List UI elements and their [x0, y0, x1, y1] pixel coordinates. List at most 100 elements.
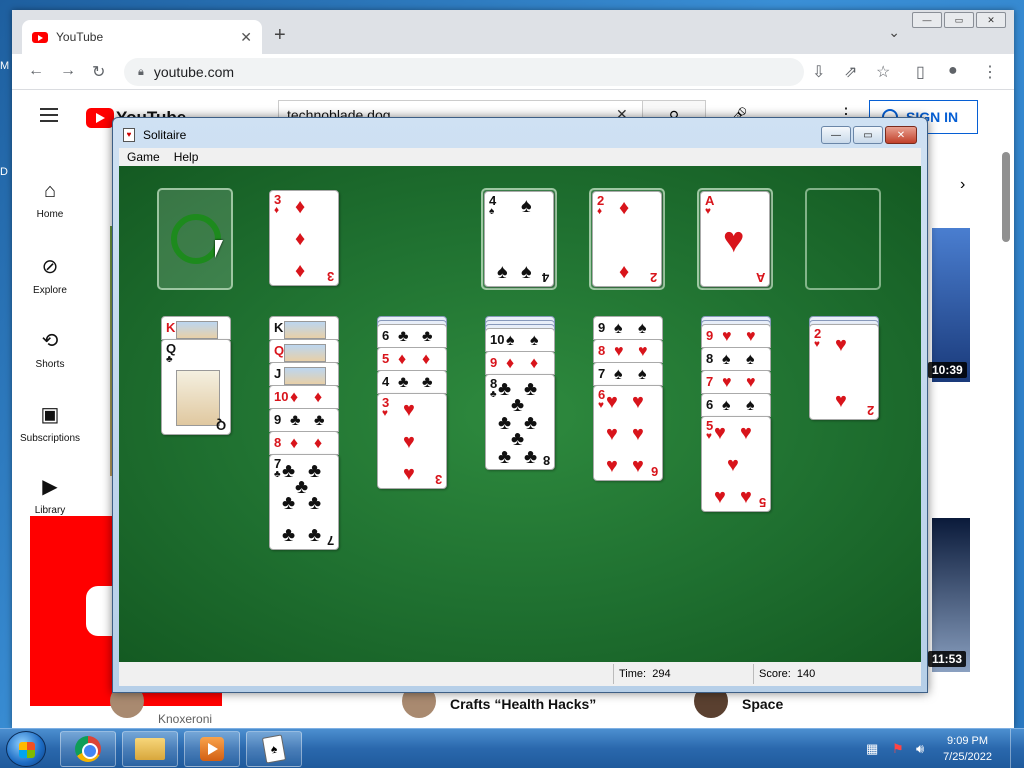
- channel-name[interactable]: Knoxeroni: [158, 712, 212, 726]
- foundation-pile[interactable]: A ♥ ♥ A: [697, 188, 773, 290]
- tab-close-icon[interactable]: ✕: [240, 29, 252, 46]
- forward-arrow-icon[interactable]: →: [60, 62, 76, 80]
- card-rank: 8: [274, 435, 282, 450]
- tableau-top-card[interactable]: 8 ♣ ♣ ♣ ♣ ♣ ♣ ♣ ♣ ♣ 8: [485, 374, 555, 470]
- tableau-card[interactable]: 8 ♥ ♥: [593, 339, 663, 363]
- hamburger-menu-icon[interactable]: [40, 108, 58, 122]
- foundation-card[interactable]: 4 ♠ ♠ ♠ ♠ 4: [484, 191, 554, 287]
- stock-pile[interactable]: [157, 188, 233, 290]
- side-panel-icon[interactable]: ▯: [916, 62, 925, 82]
- maximize-button[interactable]: ▭: [853, 126, 883, 144]
- card-rank-bottom: 3: [326, 269, 334, 284]
- tableau-card[interactable]: 5 ♦ ♦: [377, 347, 447, 371]
- card-rank: K: [274, 320, 284, 335]
- tableau-top-card[interactable]: 3 ♥ ♥ ♥ ♥ 3: [377, 393, 447, 489]
- foundation-card[interactable]: A ♥ ♥ A: [700, 191, 770, 287]
- tableau-card[interactable]: K: [161, 316, 231, 340]
- volume-icon[interactable]: 🔊︎: [916, 741, 924, 757]
- video-title[interactable]: Crafts “Health Hacks”: [450, 696, 596, 712]
- window-title: Solitaire: [143, 128, 187, 142]
- chevron-right-icon[interactable]: ›: [960, 176, 965, 194]
- tableau-card[interactable]: 6 ♣ ♣: [377, 324, 447, 348]
- tableau-card[interactable]: J: [269, 362, 339, 386]
- foundation-pile[interactable]: 4 ♠ ♠ ♠ ♠ 4: [481, 188, 557, 290]
- tableau-card[interactable]: 7 ♥ ♥: [701, 370, 771, 394]
- tableau-card[interactable]: 10 ♦ ♦: [269, 385, 339, 409]
- sidebar-item-shorts[interactable]: ⟲ Shorts: [16, 328, 84, 370]
- taskbar-solitaire[interactable]: ♠: [246, 731, 302, 767]
- window-controls: — ▭ ✕: [912, 12, 1006, 28]
- card-rank: 6: [382, 328, 390, 343]
- tableau-top-card[interactable]: 5 ♥ ♥ ♥ ♥ ♥ ♥ 5: [701, 416, 771, 512]
- card-pip: ♥: [722, 374, 732, 391]
- card-pip: ♣: [524, 446, 538, 468]
- taskbar-chrome[interactable]: [60, 731, 116, 767]
- tableau-card[interactable]: 8 ♠ ♠: [701, 347, 771, 371]
- card-pip: ♣: [524, 378, 538, 400]
- card-rank-bottom: 2: [866, 403, 874, 418]
- tableau-card[interactable]: 9 ♦ ♦: [485, 351, 555, 375]
- tableau-card[interactable]: 9 ♥ ♥: [701, 324, 771, 348]
- tableau-top-card[interactable]: 2 ♥ ♥ ♥ 2: [809, 324, 879, 420]
- minimize-button[interactable]: —: [912, 12, 942, 28]
- taskbar-media-player[interactable]: [184, 731, 240, 767]
- score-value: 140: [796, 668, 816, 680]
- tableau-card[interactable]: 10 ♠ ♠: [485, 328, 555, 352]
- foundation-pile[interactable]: 2 ♦ ♦ ♦ 2: [589, 188, 665, 290]
- address-bar[interactable]: 🔒︎ youtube.com: [124, 58, 804, 86]
- menu-help[interactable]: Help: [174, 150, 199, 164]
- tab-search-chevron-icon[interactable]: ⌄: [888, 24, 900, 41]
- tableau-card[interactable]: 4 ♣ ♣: [377, 370, 447, 394]
- tableau-card[interactable]: 9 ♣ ♣: [269, 408, 339, 432]
- card-rank: 8: [598, 343, 606, 358]
- reload-icon[interactable]: ↻: [92, 62, 105, 82]
- network-icon[interactable]: ▦: [866, 741, 878, 757]
- card-rank-bottom: A: [755, 270, 765, 285]
- bookmark-star-icon[interactable]: ☆: [876, 62, 890, 82]
- more-menu-icon[interactable]: ⋮: [982, 62, 998, 82]
- card-pip: ♣: [308, 524, 322, 546]
- maximize-button[interactable]: ▭: [944, 12, 974, 28]
- card-rank: 9: [598, 320, 606, 335]
- tableau-card[interactable]: 6 ♠ ♠: [701, 393, 771, 417]
- close-button[interactable]: ✕: [885, 126, 917, 144]
- clock[interactable]: 9:09 PM 7/25/2022: [943, 733, 992, 765]
- new-tab-button[interactable]: +: [274, 24, 286, 47]
- sidebar-item-library[interactable]: ▶ Library: [16, 474, 84, 516]
- video-thumbnail[interactable]: [932, 228, 970, 382]
- foundation-pile-empty[interactable]: [805, 188, 881, 290]
- taskbar-explorer[interactable]: [122, 731, 178, 767]
- sidebar-item-explore[interactable]: ⊘ Explore: [16, 254, 84, 296]
- menu-game[interactable]: Game: [127, 150, 160, 164]
- share-icon[interactable]: ⇗: [844, 62, 857, 82]
- tableau-card[interactable]: Q: [269, 339, 339, 363]
- back-arrow-icon[interactable]: ←: [28, 62, 44, 80]
- tab-youtube[interactable]: YouTube ✕: [22, 20, 262, 54]
- tableau-top-card[interactable]: 6 ♥ ♥ ♥ ♥ ♥ ♥ ♥ 6: [593, 385, 663, 481]
- youtube-logo-icon[interactable]: [86, 108, 114, 128]
- action-center-icon[interactable]: ⚑: [892, 741, 904, 757]
- show-desktop-button[interactable]: [1010, 729, 1024, 768]
- card-suit: ♥: [706, 431, 712, 442]
- tableau-top-card[interactable]: 7 ♣ ♣ ♣ ♣ ♣ ♣ ♣ ♣ 7: [269, 454, 339, 550]
- profile-icon[interactable]: ●: [948, 62, 958, 80]
- tableau-top-card[interactable]: Q ♣ Q: [161, 339, 231, 435]
- windows-logo-icon: [19, 742, 35, 758]
- scrollbar-thumb[interactable]: [1002, 152, 1010, 242]
- video-title[interactable]: Space: [742, 696, 783, 712]
- tableau-card[interactable]: K: [269, 316, 339, 340]
- card-rank-bottom: Q: [215, 418, 226, 433]
- waste-card[interactable]: 3 ♦ ♦ ♦ ♦ 3: [269, 190, 339, 286]
- close-button[interactable]: ✕: [976, 12, 1006, 28]
- minimize-button[interactable]: —: [821, 126, 851, 144]
- foundation-card[interactable]: 2 ♦ ♦ ♦ 2: [592, 191, 662, 287]
- tableau-card[interactable]: 7 ♠ ♠: [593, 362, 663, 386]
- sidebar-item-subscriptions[interactable]: ▣ Subscriptions: [16, 402, 84, 444]
- card-suit: ♠: [489, 206, 495, 217]
- tableau-card[interactable]: 8 ♦ ♦: [269, 431, 339, 455]
- sidebar-item-home[interactable]: ⌂ Home: [16, 180, 84, 220]
- tableau-card[interactable]: 9 ♠ ♠: [593, 316, 663, 340]
- install-icon[interactable]: ⇩: [812, 62, 825, 82]
- video-thumbnail[interactable]: [932, 518, 970, 672]
- start-button[interactable]: [6, 731, 46, 767]
